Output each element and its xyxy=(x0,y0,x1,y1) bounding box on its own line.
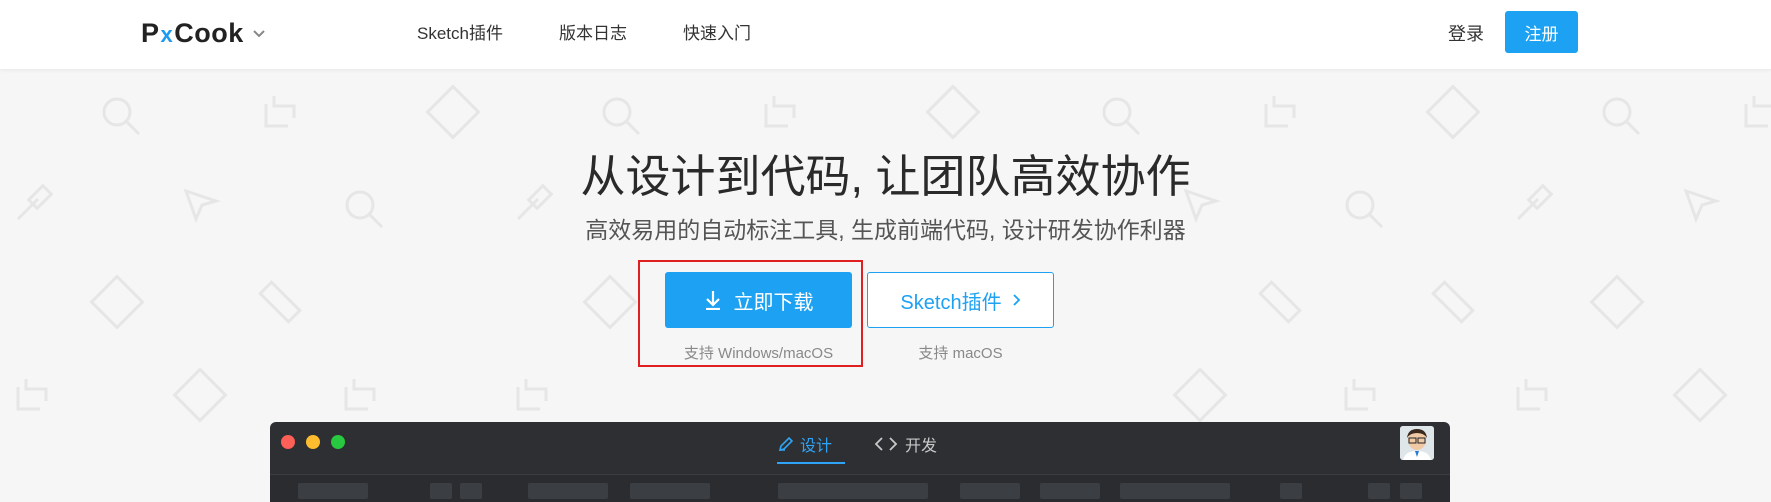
hero-title: 从设计到代码, 让团队高效协作 xyxy=(580,151,1191,202)
toolbar-item[interactable] xyxy=(1368,483,1390,499)
window-minimize-button[interactable] xyxy=(306,435,320,449)
pencil-icon xyxy=(778,436,794,452)
logo-text: PxCook xyxy=(141,17,244,48)
top-navbar: PxCook Sketch插件 版本日志 快速入门 登录 注册 xyxy=(0,0,1771,70)
active-tab-indicator xyxy=(777,462,845,464)
sketch-platform-note: 支持 macOS xyxy=(918,345,1003,362)
toolbar-item[interactable] xyxy=(298,483,368,499)
toolbar-item[interactable] xyxy=(1040,483,1100,499)
logo[interactable]: PxCook xyxy=(141,15,266,51)
toolbar-item[interactable] xyxy=(1120,483,1230,499)
toolbar-item[interactable] xyxy=(528,483,608,499)
tab-design-label: 设计 xyxy=(800,438,833,455)
avatar[interactable] xyxy=(1400,426,1434,460)
toolbar-item[interactable] xyxy=(630,483,710,499)
tab-develop[interactable]: 开发 xyxy=(873,432,937,456)
toolbar-item[interactable] xyxy=(1400,483,1422,499)
code-brackets-icon xyxy=(874,437,898,451)
chevron-right-icon xyxy=(1012,293,1021,307)
main-nav: Sketch插件 版本日志 快速入门 xyxy=(417,19,807,44)
highlight-box xyxy=(638,260,863,367)
sketch-plugin-button-label: Sketch插件 xyxy=(900,291,1002,314)
nav-quick-start[interactable]: 快速入门 xyxy=(683,19,751,44)
sketch-plugin-button[interactable]: Sketch插件 xyxy=(867,272,1054,328)
app-preview-window: 设计 开发 xyxy=(270,422,1450,502)
toolbar-item[interactable] xyxy=(460,483,482,499)
toolbar-item[interactable] xyxy=(778,483,928,499)
toolbar-item[interactable] xyxy=(430,483,452,499)
tab-develop-label: 开发 xyxy=(905,438,938,455)
nav-sketch-plugin[interactable]: Sketch插件 xyxy=(417,19,503,44)
register-button[interactable]: 注册 xyxy=(1505,11,1578,53)
window-close-button[interactable] xyxy=(281,435,295,449)
chevron-down-icon[interactable] xyxy=(252,26,266,44)
toolbar-item[interactable] xyxy=(960,483,1020,499)
nav-changelog[interactable]: 版本日志 xyxy=(559,19,627,44)
app-toolbar xyxy=(270,474,1450,502)
hero-subtitle: 高效易用的自动标注工具, 生成前端代码, 设计研发协作利器 xyxy=(585,217,1186,243)
tab-design[interactable]: 设计 xyxy=(778,432,832,456)
window-maximize-button[interactable] xyxy=(331,435,345,449)
toolbar-item[interactable] xyxy=(1280,483,1302,499)
login-link[interactable]: 登录 xyxy=(1448,20,1484,46)
